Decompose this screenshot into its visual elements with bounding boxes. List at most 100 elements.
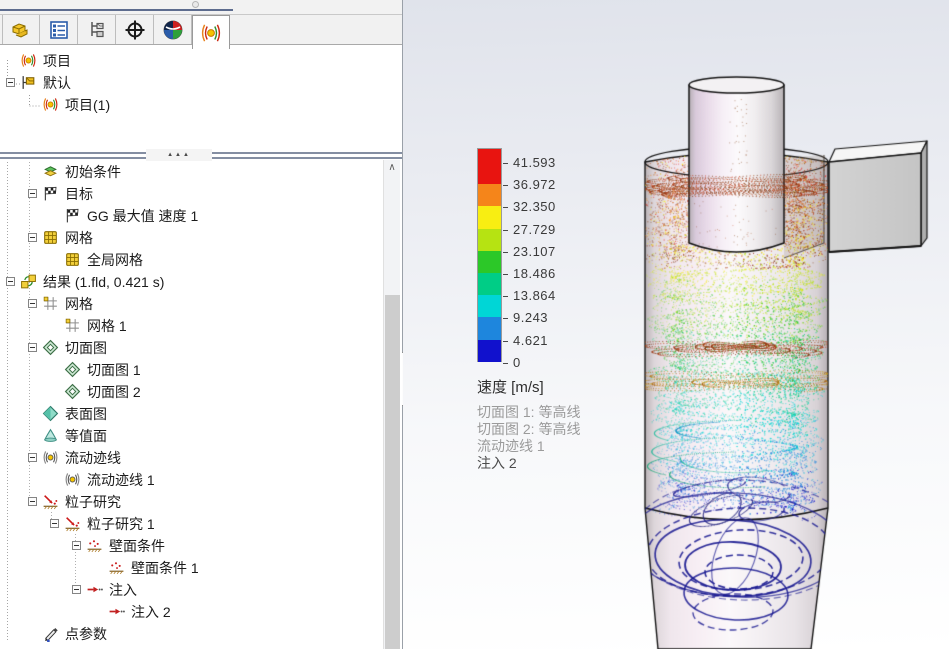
tree-item-flow[interactable]: 项目 [0,49,402,71]
legend-segment [478,229,501,251]
cut-icon [64,361,81,378]
legend-value: 4.621 [513,332,548,347]
legend-value: 27.729 [513,221,556,236]
tab-configuration-manager[interactable] [78,15,116,44]
legend-value: 32.350 [513,199,556,214]
expand-collapse-box[interactable] [28,233,42,242]
tab-display-manager[interactable] [154,15,192,44]
callout-line: 切面图 1: 等高线 [477,404,580,421]
legend-tick [503,185,508,186]
feature-manager-icon [47,18,71,42]
tree-scrollbar[interactable]: ∧ [383,160,400,649]
expand-collapse-box[interactable] [72,585,86,594]
tree-item-surf[interactable]: 表面图 [0,402,383,424]
tree-item-cut[interactable]: 切面图 [0,336,383,358]
tree-item-particle[interactable]: 粒子研究 [0,490,383,512]
tree-item-label: 注入 2 [131,601,171,622]
cut-icon [64,383,81,400]
tree-item-label: 网格 1 [87,315,127,336]
tree-item-cut[interactable]: 切面图 2 [0,380,383,402]
expand-collapse-box[interactable] [50,519,64,528]
tree-item-label: 网格 [65,227,93,248]
legend-value: 13.864 [513,288,556,303]
tree-item-meshl[interactable]: 网格 1 [0,314,383,336]
splitter-grip[interactable]: ▲▲▲ [146,149,212,161]
legend-value: 0 [513,355,521,370]
callout-line: 流动迹线 1 [477,438,580,455]
tree-item-label: GG 最大值 速度 1 [87,205,198,226]
legend-segment [478,295,501,317]
legend-tick [503,207,508,208]
configuration-tree: 项目默认项目(1) [0,49,402,149]
tree-item-inject[interactable]: 注入 2 [0,600,383,622]
iso-icon [42,427,59,444]
tree-item-label: 表面图 [65,403,107,424]
expand-collapse-box[interactable] [28,453,42,462]
solidworks-flow-simulation-window: 项目默认项目(1) ▲▲▲ 初始条件目标GG 最大值 速度 1网格全局网格结果 … [0,0,949,649]
tree-item-iso[interactable]: 等值面 [0,424,383,446]
tree-item-init[interactable]: 初始条件 [0,160,383,182]
tree-item-flag[interactable]: GG 最大值 速度 1 [0,204,383,226]
particle-icon [42,493,59,510]
part-icon [9,18,33,42]
tree-item-results[interactable]: 结果 (1.fld, 0.421 s) [0,270,383,292]
flow-icon [42,96,59,113]
legend-tick [503,318,508,319]
tree-item-inject[interactable]: 注入 [0,578,383,600]
tree-item-meshy[interactable]: 全局网格 [0,248,383,270]
tree-item-label: 流动迹线 1 [87,469,155,490]
legend-segment [478,273,501,295]
tree-item-label: 壁面条件 [109,535,165,556]
expand-collapse-box[interactable] [6,78,20,87]
legend-tick [503,163,508,164]
expand-collapse-box[interactable] [28,343,42,352]
scroll-up-arrow-icon[interactable]: ∧ [384,160,400,177]
tree-item-meshy[interactable]: 网格 [0,226,383,248]
scrollbar-thumb[interactable] [385,295,400,649]
legend-segment [478,317,501,339]
inject-icon [108,603,125,620]
expand-collapse-box[interactable] [6,277,20,286]
configuration-manager-icon [85,18,109,42]
tree-item-point[interactable]: 点参数 [0,622,383,644]
tree-item-flag[interactable]: 目标 [0,182,383,204]
meshy-icon [42,229,59,246]
legend-tick [503,230,508,231]
tree-item-flow[interactable]: 项目(1) [0,93,402,115]
tree-item-label: 初始条件 [65,161,121,182]
tab-feature-manager[interactable] [40,15,78,44]
tree-item-label: 网格 [65,293,93,314]
init-icon [42,163,59,180]
expand-collapse-box[interactable] [28,189,42,198]
tab-flow-simulation[interactable] [192,15,230,49]
flow-simulation-icon [199,21,223,45]
tree-item-label: 切面图 2 [87,381,141,402]
legend-segment [478,251,501,273]
meshl-icon [42,295,59,312]
flow-icon [20,52,37,69]
expand-collapse-box[interactable] [28,299,42,308]
expand-collapse-box[interactable] [28,497,42,506]
tab-dimxpert-target[interactable] [116,15,154,44]
tree-item-wall[interactable]: 壁面条件 1 [0,556,383,578]
legend-value: 23.107 [513,244,556,259]
tree-item-particle[interactable]: 粒子研究 1 [0,512,383,534]
tree-item-cut[interactable]: 切面图 1 [0,358,383,380]
expand-collapse-box[interactable] [72,541,86,550]
tree-item-traj[interactable]: 流动迹线 1 [0,468,383,490]
manager-tab-bar [0,15,402,45]
flow-simulation-analysis-tree: 初始条件目标GG 最大值 速度 1网格全局网格结果 (1.fld, 0.421 … [0,160,383,649]
tab-part[interactable] [2,15,40,44]
legend-title: 速度 [m/s] [477,376,544,397]
tree-item-default[interactable]: 默认 [0,71,402,93]
tree-item-label: 项目(1) [65,94,110,115]
legend-color-bar [477,148,502,362]
tree-item-wall[interactable]: 壁面条件 [0,534,383,556]
legend-value: 41.593 [513,155,556,170]
tree-panel-splitter[interactable]: ▲▲▲ [0,152,402,159]
callout-line: 注入 2 [477,455,580,472]
tree-item-meshl[interactable]: 网格 [0,292,383,314]
tree-item-traj[interactable]: 流动迹线 [0,446,383,468]
flag-icon [64,207,81,224]
legend-tick [503,296,508,297]
